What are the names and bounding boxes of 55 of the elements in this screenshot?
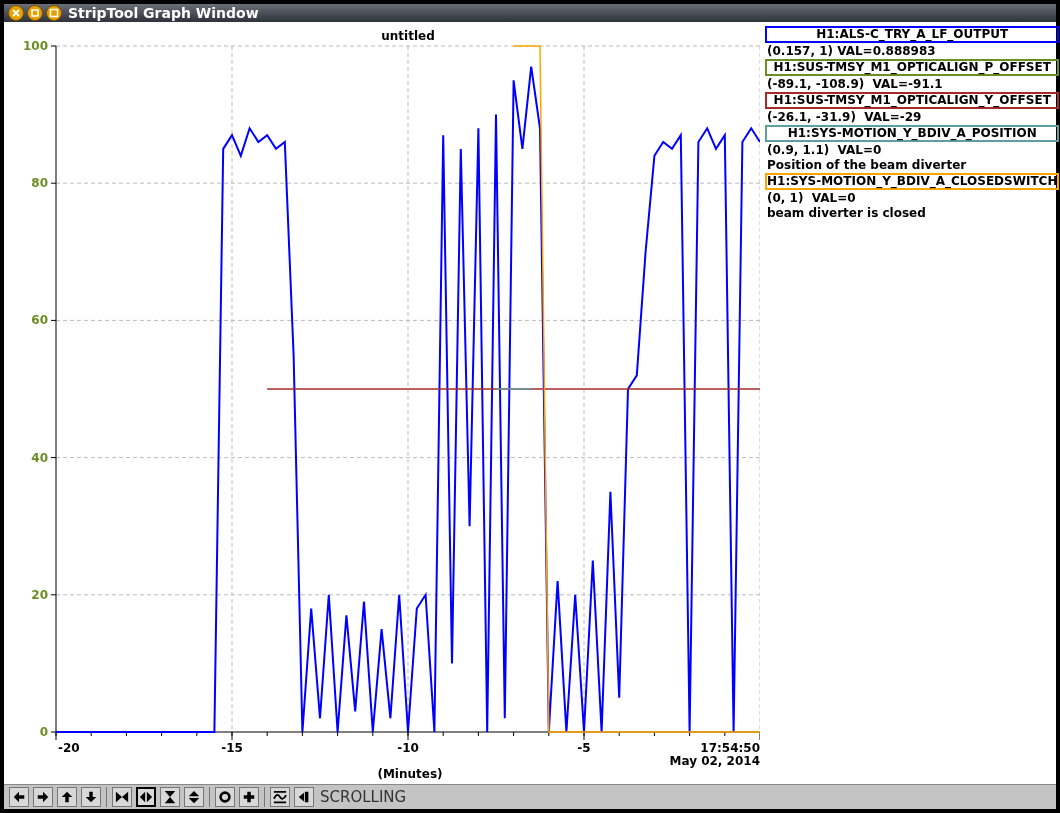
description-text: beam diverter is closed (766, 206, 927, 220)
y-tick-label: 40 (31, 450, 48, 465)
x-tick-label: -5 (577, 741, 591, 755)
y-tick-label: 60 (31, 313, 48, 328)
toolbar-button[interactable] (112, 787, 132, 807)
toolbar-button[interactable] (215, 787, 235, 807)
y-tick-label: 100 (22, 39, 48, 53)
close-button[interactable] (8, 5, 24, 21)
range-text: (-89.1, -108.9) VAL=-91.1 (766, 77, 944, 91)
y-tick-label: 0 (39, 725, 48, 739)
toolbar-button[interactable] (160, 787, 180, 807)
range-text: (0.157, 1) VAL=0.888983 (766, 44, 937, 58)
wave-icon (273, 790, 287, 804)
toolbar-button[interactable] (9, 787, 29, 807)
date-label: May 02, 2014 (669, 754, 760, 768)
outward-triangles-icon (139, 790, 153, 804)
range-text: (-26.1, -31.9) VAL=-29 (766, 110, 923, 124)
toolbar-button[interactable] (81, 787, 101, 807)
toolbar-button[interactable] (33, 787, 53, 807)
toolbar-button[interactable] (294, 787, 314, 807)
plus-icon (242, 790, 256, 804)
left-arrow-icon (12, 790, 26, 804)
legend-entry[interactable]: H1:ALS-C_TRY_A_LF_OUTPUT (765, 26, 1060, 43)
description-text: Position of the beam diverter (766, 158, 968, 172)
minimize-button[interactable] (27, 5, 43, 21)
x-tick-label: -10 (397, 741, 419, 755)
toolbar-button[interactable] (136, 787, 156, 807)
x-tick-label: -20 (58, 741, 80, 755)
y-tick-label: 20 (31, 587, 48, 602)
up-arrow-icon (60, 790, 74, 804)
outward-triangles-icon (187, 790, 201, 804)
legend-entry[interactable]: H1:SUS-TMSY_M1_OPTICALIGN_Y_OFFSET (765, 92, 1060, 109)
ring-icon (218, 790, 232, 804)
y-tick-label: 80 (31, 176, 48, 191)
toolbar-button[interactable] (239, 787, 259, 807)
toolbar-button[interactable] (270, 787, 290, 807)
mode-label: SCROLLING (320, 786, 407, 808)
legend-entry[interactable]: H1:SYS-MOTION_Y_BDIV_A_POSITION (765, 125, 1060, 142)
range-text: (0.9, 1.1) VAL=0 (766, 143, 883, 157)
toolbar-button[interactable] (184, 787, 204, 807)
toolbar-button[interactable] (57, 787, 77, 807)
legend-entry[interactable]: H1:SYS-MOTION_Y_BDIV_A_CLOSEDSWITCH (765, 173, 1060, 190)
maximize-button[interactable] (46, 5, 62, 21)
chart-title: untitled (381, 29, 435, 43)
x-tick-label: -15 (221, 741, 243, 755)
x-axis-label: (Minutes) (377, 767, 443, 781)
window-title: StripTool Graph Window (68, 6, 259, 20)
range-text: (0, 1) VAL=0 (766, 191, 857, 205)
time-label: 17:54:50 (700, 741, 760, 755)
down-arrow-icon (84, 790, 98, 804)
legend-entry[interactable]: H1:SUS-TMSY_M1_OPTICALIGN_P_OFFSET (765, 59, 1060, 76)
inward-triangles-icon (163, 790, 177, 804)
triangle-bar-icon (297, 790, 311, 804)
inward-triangles-icon (115, 790, 129, 804)
right-arrow-icon (36, 790, 50, 804)
